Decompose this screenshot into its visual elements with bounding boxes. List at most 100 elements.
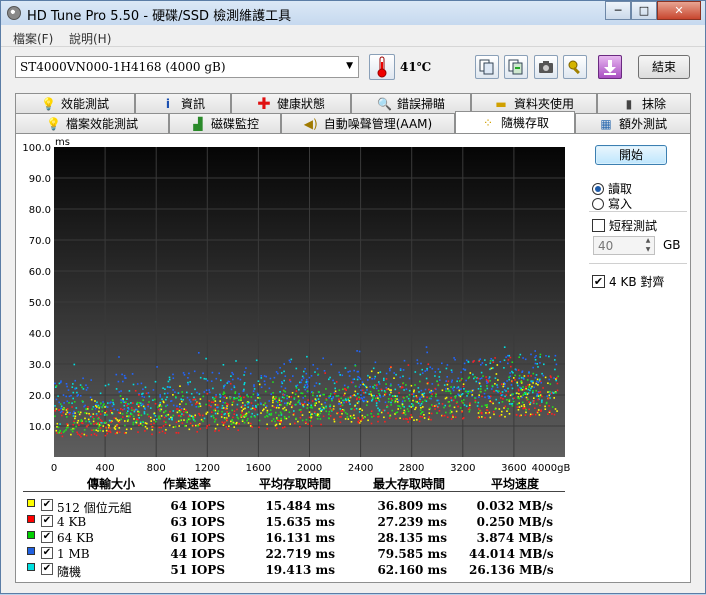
scatter-point — [68, 395, 71, 398]
scatter-point — [280, 404, 282, 406]
series-checkbox[interactable]: ✔ — [41, 563, 53, 575]
scatter-point — [480, 364, 482, 366]
scatter-point — [163, 416, 166, 419]
series-checkbox[interactable]: ✔ — [41, 499, 53, 511]
scatter-point — [310, 425, 313, 427]
scatter-point — [505, 394, 508, 396]
y-tick-label: 20.0 — [29, 391, 51, 402]
scatter-point — [378, 399, 380, 401]
scatter-point — [495, 389, 497, 392]
scatter-point — [516, 403, 519, 405]
scatter-point — [283, 409, 286, 412]
scatter-point — [175, 432, 178, 434]
scatter-point — [322, 415, 325, 418]
scatter-point — [180, 398, 182, 400]
scatter-point — [290, 406, 293, 409]
scatter-point — [214, 412, 217, 415]
scatter-point — [345, 389, 347, 391]
scatter-point — [312, 364, 314, 366]
scatter-point — [365, 386, 368, 389]
scatter-point — [132, 402, 134, 404]
scatter-point — [235, 422, 237, 425]
scatter-point — [174, 395, 177, 398]
result-avg-speed: 0.250 MB/s — [476, 515, 553, 529]
scatter-point — [206, 379, 209, 382]
scatter-point — [96, 401, 98, 404]
align-4kb-checkbox[interactable]: ✔ — [592, 275, 605, 288]
scatter-point — [434, 371, 437, 373]
scatter-point — [159, 418, 161, 420]
scatter-point — [270, 412, 273, 415]
scatter-point — [217, 410, 220, 412]
series-checkbox[interactable]: ✔ — [41, 531, 53, 543]
spin-down-icon[interactable]: ▼ — [642, 246, 654, 254]
start-button[interactable]: 開始 — [595, 145, 667, 165]
scatter-point — [475, 380, 478, 383]
scatter-point — [128, 415, 130, 417]
series-checkbox[interactable]: ✔ — [41, 515, 53, 527]
short-test-checkbox[interactable] — [592, 219, 605, 232]
scatter-point — [111, 405, 114, 407]
scatter-point — [445, 390, 447, 392]
scatter-point — [294, 393, 297, 396]
scatter-point — [82, 388, 85, 390]
scatter-point — [258, 383, 261, 386]
scatter-point — [147, 403, 149, 406]
scatter-point — [252, 405, 254, 407]
scatter-point — [246, 419, 248, 422]
scatter-point — [450, 411, 453, 413]
scatter-point — [507, 408, 509, 410]
scatter-point — [503, 389, 506, 391]
short-test-unit: GB — [663, 238, 681, 252]
scatter-point — [417, 387, 420, 389]
scatter-point — [224, 395, 226, 397]
scatter-point — [192, 398, 194, 401]
scatter-point — [554, 354, 557, 357]
scatter-point — [533, 386, 535, 389]
y-tick-label: 60.0 — [29, 267, 51, 278]
scatter-point — [86, 386, 89, 389]
scatter-point — [528, 383, 531, 386]
scatter-point — [65, 426, 68, 429]
scatter-point — [420, 407, 422, 409]
scatter-point — [396, 411, 399, 413]
scatter-point — [426, 367, 428, 370]
scatter-point — [84, 417, 86, 420]
scatter-point — [385, 388, 388, 391]
scatter-point — [484, 389, 487, 392]
series-checkbox[interactable]: ✔ — [41, 547, 53, 559]
scatter-point — [308, 416, 311, 419]
scatter-point — [300, 402, 303, 405]
scatter-point — [289, 423, 291, 425]
scatter-point — [136, 383, 139, 385]
scatter-point — [372, 397, 374, 399]
scatter-point — [253, 385, 255, 388]
spin-up-icon[interactable]: ▲ — [642, 237, 654, 245]
scatter-point — [250, 416, 253, 418]
write-option[interactable]: 寫入 — [592, 195, 632, 212]
scatter-point — [280, 385, 283, 388]
short-test-size-input[interactable]: 40 ▲ ▼ — [593, 236, 655, 255]
read-radio[interactable] — [592, 182, 604, 195]
scatter-point — [77, 411, 80, 413]
scatter-point — [472, 361, 474, 363]
align-4kb-option[interactable]: ✔ 4 KB 對齊 — [592, 273, 664, 290]
scatter-point — [135, 420, 138, 422]
scatter-point — [310, 404, 312, 407]
tab-random-access[interactable]: ⁘ 隨機存取 — [455, 111, 575, 133]
scatter-point — [350, 421, 353, 423]
scatter-point — [306, 390, 309, 392]
write-radio[interactable] — [592, 197, 604, 210]
scatter-point — [241, 402, 244, 404]
scatter-point — [507, 359, 510, 361]
scatter-point — [313, 385, 316, 387]
scatter-point — [345, 401, 348, 403]
scatter-point — [544, 376, 547, 379]
scatter-point — [536, 410, 539, 413]
short-test-option[interactable]: 短程測試 — [592, 217, 657, 234]
result-row: ✔ 64 KB 61 IOPS 16.131 ms 28.135 ms 3.874 MB/… — [23, 531, 565, 547]
scatter-point — [539, 395, 541, 398]
scatter-point — [480, 385, 482, 388]
scatter-point — [102, 404, 105, 407]
scatter-point — [308, 411, 311, 413]
